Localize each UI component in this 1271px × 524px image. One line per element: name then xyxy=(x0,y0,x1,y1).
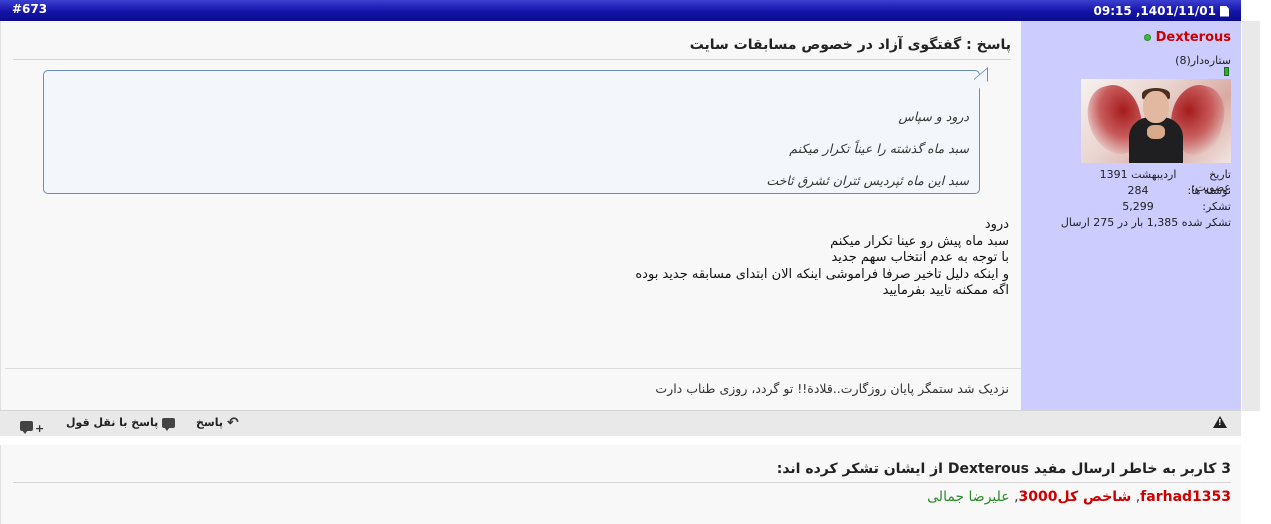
quote-line: سبد ماه گذشته را عیناً تکرار میکنم xyxy=(789,141,969,156)
avatar-figure-body xyxy=(1129,117,1183,163)
post-body-line: و اینکه دلیل تاخیر صرفا فراموشی اینکه ال… xyxy=(635,266,1009,282)
post-body: درود سبد ماه پیش رو عینا تکرار میکنم با … xyxy=(635,217,1009,300)
document-icon xyxy=(1220,5,1229,17)
thanks-users-list: farhad1353, شاخص کل3000, علیرضا جمالی xyxy=(927,489,1231,505)
quote-reply-button[interactable]: پاسخ با نقل قول xyxy=(66,416,176,431)
thanks-user-link[interactable]: شاخص کل3000 xyxy=(1019,489,1132,505)
thanks-separator: , xyxy=(1131,489,1141,505)
post-date-text: 09:15 ,1401/11/01 xyxy=(1093,4,1217,18)
user-rank: ستاره‌دار(8) xyxy=(1175,54,1231,67)
post-header-bar: #673 09:15 ,1401/11/01 xyxy=(0,0,1241,21)
username-link[interactable]: Dexterous xyxy=(1156,30,1231,45)
posts-label: نوشته ها: xyxy=(1187,184,1231,197)
reply-button-label: پاسخ xyxy=(196,416,224,429)
post-body-line: سبد ماه پیش رو عینا تکرار میکنم xyxy=(830,233,1009,249)
thanked-count: تشکر شده 1,385 بار در 275 ارسال xyxy=(1060,216,1231,229)
thanks-label: تشکر: xyxy=(1202,200,1231,213)
thanks-user-link[interactable]: farhad1353 xyxy=(1140,489,1231,505)
reply-arrow-icon: ↶ xyxy=(227,414,239,431)
thanks-box: 3 کاربر به خاطر ارسال مفید Dexterous از … xyxy=(0,445,1241,524)
post-date: 09:15 ,1401/11/01 xyxy=(1093,4,1229,18)
quote-line: درود و سپاس xyxy=(898,109,969,124)
thanks-value: 5,299 xyxy=(1122,200,1154,213)
post-title: پاسخ : گفتگوی آزاد در خصوص مسابقات سایت xyxy=(13,37,1011,60)
user-signature: نزدیک شد ستمگر پایان روزگارت..قلادة!! تو… xyxy=(655,381,1009,396)
thanks-title: 3 کاربر به خاطر ارسال مفید Dexterous از … xyxy=(13,461,1231,483)
thanks-row: تشکر: 5,299 xyxy=(1097,200,1231,213)
posts-row: نوشته ها: 284 xyxy=(1097,184,1232,197)
avatar[interactable] xyxy=(1081,79,1231,163)
report-button[interactable]: ! xyxy=(1213,416,1227,428)
username: Dexterous xyxy=(1143,30,1231,45)
signature-divider xyxy=(5,368,1022,369)
post-body-line: با توجه به عدم انتخاب سهم جدید xyxy=(831,250,1009,265)
reputation-icon xyxy=(1224,67,1229,76)
multiquote-bubble-icon xyxy=(20,420,33,434)
quote-box: درود و سپاس سبد ماه گذشته را عیناً تکرار… xyxy=(43,70,980,194)
page-right-strip xyxy=(1241,0,1271,524)
online-dot-icon xyxy=(1143,34,1151,41)
post-number-link[interactable]: #673 xyxy=(12,2,47,16)
thanks-separator: , xyxy=(1009,489,1019,505)
post-body-line: اگه ممکنه تایید بفرمایید xyxy=(882,283,1009,298)
reply-button[interactable]: ↶ پاسخ xyxy=(196,414,239,431)
post-body-line: درود xyxy=(984,217,1009,232)
post-actions-bar: ↶ پاسخ پاسخ با نقل قول + ! xyxy=(0,410,1241,436)
posts-value: 284 xyxy=(1127,184,1149,197)
scroll-track xyxy=(1242,21,1260,411)
warning-triangle-icon: ! xyxy=(1213,416,1227,428)
multiquote-button[interactable]: + xyxy=(20,416,44,435)
user-info-panel: Dexterous ستاره‌دار(8) تاریخ عضویت: اردی… xyxy=(1021,21,1241,410)
quote-reply-label: پاسخ با نقل قول xyxy=(66,416,159,429)
quote-bubble-icon xyxy=(162,417,176,431)
avatar-figure-head xyxy=(1143,91,1169,123)
quote-line: سبد این ماه ئپردیس ئتران ئشرق ئاخت xyxy=(766,173,969,188)
avatar-figure-hands xyxy=(1147,125,1165,139)
post-content: پاسخ : گفتگوی آزاد در خصوص مسابقات سایت … xyxy=(0,21,1022,410)
multiquote-plus-icon: + xyxy=(35,422,45,435)
thanks-user-link[interactable]: علیرضا جمالی xyxy=(927,489,1010,505)
